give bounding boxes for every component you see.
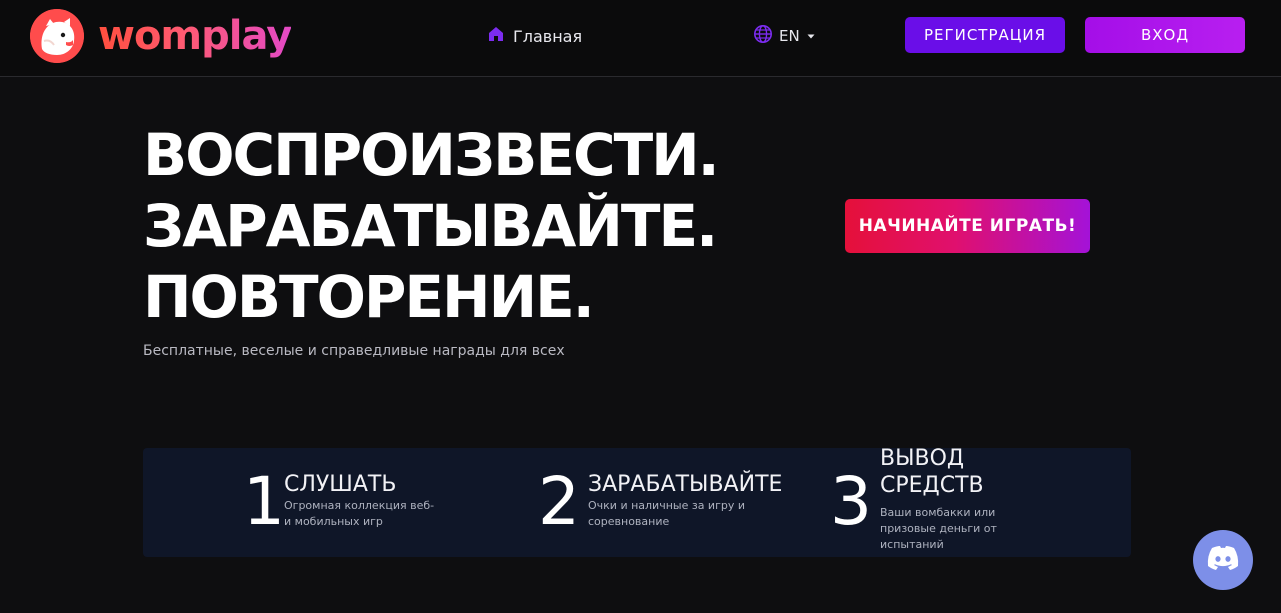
wombat-logo-icon [30, 9, 84, 63]
hero-title-line: ВОСПРОИЗВЕСТИ. [143, 121, 720, 189]
hero-subtitle: Бесплатные, веселые и справедливые награ… [143, 343, 565, 359]
step-description-line: испытаний [880, 538, 944, 551]
step-number: 2 [538, 463, 580, 540]
home-icon [487, 25, 505, 47]
register-button[interactable]: РЕГИСТРАЦИЯ [905, 17, 1065, 53]
step-description-line: соревнование [588, 515, 670, 528]
step-description-line: и мобильных игр [284, 515, 383, 528]
step-description-line: призовые деньги от [880, 522, 997, 535]
step-title-line: ВЫВОД [880, 446, 965, 471]
steps-panel: 1 СЛУШАТЬ Огромная коллекция веб- и моби… [143, 445, 1131, 557]
caret-down-icon [806, 27, 816, 45]
step-item: 2 ЗАРАБАТЫВАЙТЕ Очки и наличные за игру … [473, 448, 803, 557]
language-label: EN [779, 27, 800, 45]
discord-icon [1206, 545, 1240, 575]
step-title-line: СРЕДСТВ [880, 473, 984, 498]
logo-text: womplay [98, 9, 292, 63]
step-title: ВЫВОД СРЕДСТВ [880, 445, 984, 499]
step-number: 1 [243, 463, 285, 540]
step-item: 3 ВЫВОД СРЕДСТВ Ваши вомбакки или призов… [803, 445, 1131, 557]
hero-title: ВОСПРОИЗВЕСТИ. ЗАРАБАТЫВАЙТЕ. ПОВТОРЕНИЕ… [143, 120, 763, 333]
start-playing-button[interactable]: НАЧИНАЙТЕ ИГРАТЬ! [845, 199, 1090, 253]
step-description: Ваши вомбакки или призовые деньги от исп… [880, 505, 997, 553]
step-description-line: Ваши вомбакки или [880, 506, 996, 519]
step-number: 3 [830, 463, 872, 540]
hero-title-line: ПОВТОРЕНИЕ. [143, 263, 595, 331]
step-description-line: Очки и наличные за игру и [588, 499, 745, 512]
globe-icon [753, 24, 773, 48]
step-item: 1 СЛУШАТЬ Огромная коллекция веб- и моби… [143, 448, 473, 557]
step-title: СЛУШАТЬ [284, 472, 397, 497]
step-description: Огромная коллекция веб- и мобильных игр [284, 498, 434, 530]
nav-home-label: Главная [513, 26, 583, 46]
nav-home-link[interactable]: Главная [487, 24, 582, 48]
discord-button[interactable] [1193, 530, 1253, 590]
step-description-line: Огромная коллекция веб- [284, 499, 435, 512]
login-button[interactable]: ВХОД [1085, 17, 1245, 53]
step-title: ЗАРАБАТЫВАЙТЕ [588, 472, 783, 497]
site-header: womplay Главная EN РЕГИСТРАЦИЯ ВХОД [0, 0, 1281, 77]
step-description: Очки и наличные за игру и соревнование [588, 498, 745, 530]
language-selector[interactable]: EN [753, 24, 816, 48]
logo[interactable]: womplay [30, 9, 292, 63]
hero-title-line: ЗАРАБАТЫВАЙТЕ. [143, 192, 718, 260]
